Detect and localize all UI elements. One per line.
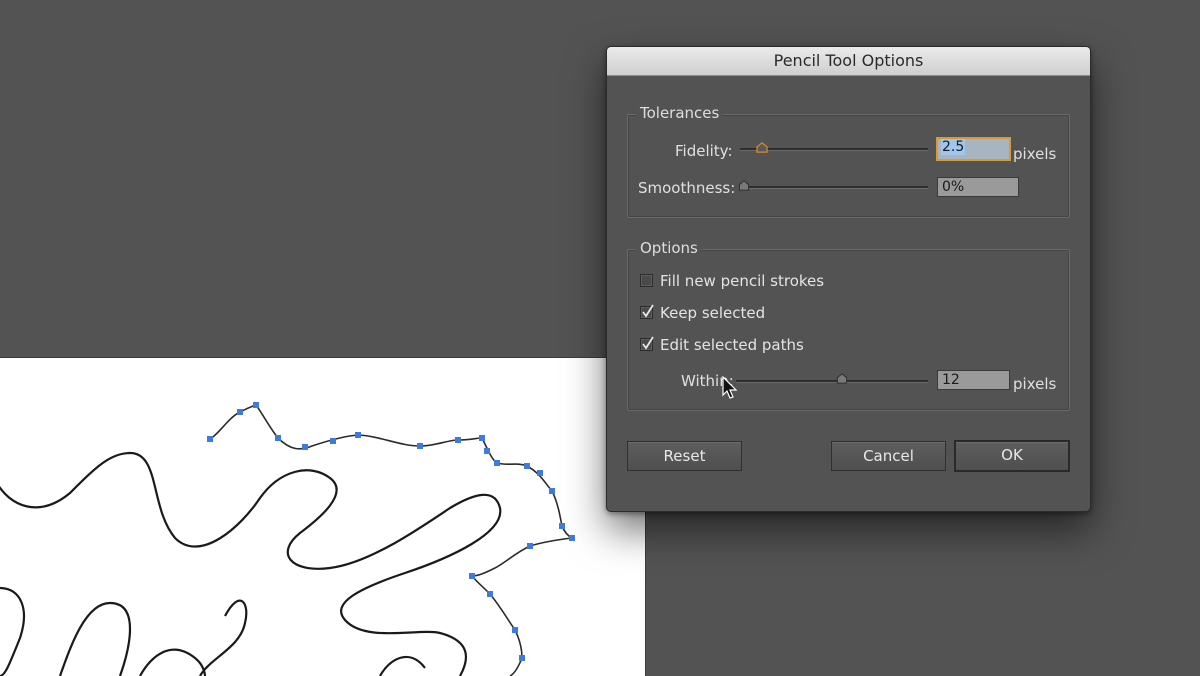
smoothness-slider-thumb-icon[interactable]	[738, 180, 750, 191]
checkmark-icon	[642, 304, 654, 318]
fill-new-pencil-strokes-label[interactable]: Fill new pencil strokes	[660, 272, 824, 290]
tolerances-group: Tolerances	[627, 104, 1070, 218]
tolerances-title: Tolerances	[636, 104, 724, 122]
within-unit: pixels	[1013, 375, 1057, 393]
options-title: Options	[636, 239, 702, 257]
smoothness-slider-track[interactable]	[740, 186, 928, 189]
keep-selected-checkbox[interactable]	[640, 304, 654, 319]
fidelity-slider-track[interactable]	[740, 148, 928, 151]
fidelity-slider-thumb-icon[interactable]	[756, 142, 768, 153]
keep-selected-label[interactable]: Keep selected	[660, 304, 765, 322]
checkmark-icon	[642, 336, 654, 350]
smoothness-label: Smoothness:	[638, 179, 736, 197]
artboard-canvas[interactable]	[0, 357, 646, 676]
reset-button[interactable]: Reset	[627, 441, 742, 471]
ok-button[interactable]: OK	[954, 440, 1070, 472]
within-input[interactable]: 12	[937, 370, 1010, 390]
fidelity-input[interactable]: 2.5	[936, 137, 1011, 161]
within-slider-track[interactable]	[736, 380, 928, 383]
smoothness-input[interactable]: 0%	[937, 177, 1019, 197]
cancel-button[interactable]: Cancel	[831, 441, 946, 471]
selected-pencil-stroke[interactable]	[209, 404, 575, 676]
edit-selected-paths-checkbox[interactable]	[640, 336, 654, 351]
within-slider-thumb-icon[interactable]	[836, 373, 848, 384]
fill-new-pencil-strokes-checkbox[interactable]	[640, 274, 653, 287]
black-pencil-stroke[interactable]	[0, 451, 502, 676]
edit-selected-paths-label[interactable]: Edit selected paths	[660, 336, 804, 354]
arrow-cursor-icon	[722, 376, 738, 399]
pencil-tool-options-dialog: Pencil Tool Options Tolerances Fidelity:…	[606, 46, 1091, 512]
pencil-paths	[0, 402, 575, 676]
fidelity-value: 2.5	[941, 139, 966, 155]
fidelity-unit: pixels	[1013, 145, 1057, 163]
dialog-title[interactable]: Pencil Tool Options	[607, 47, 1090, 76]
fidelity-label: Fidelity:	[675, 142, 733, 160]
